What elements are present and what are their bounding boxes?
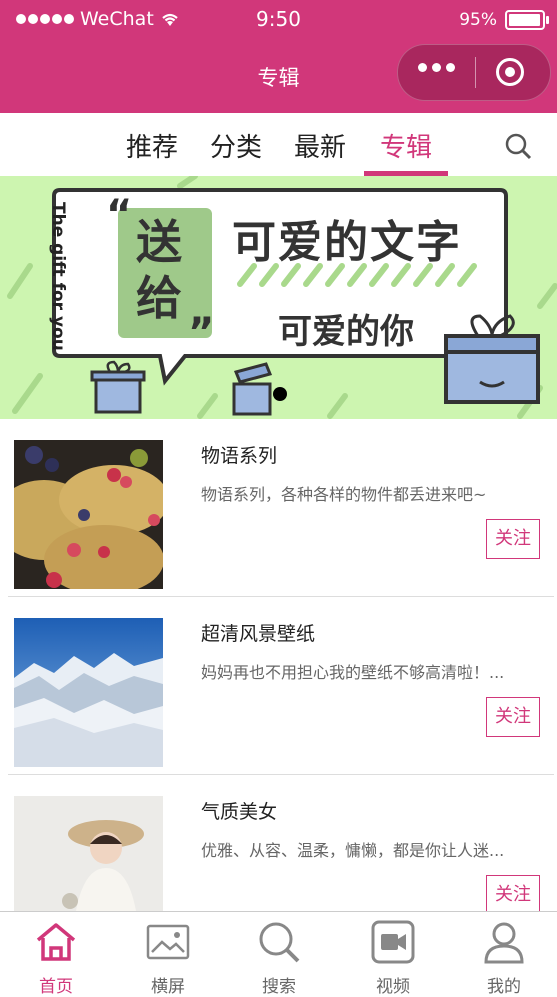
- tab-label: 横屏: [151, 977, 185, 997]
- more-icon[interactable]: [418, 63, 455, 72]
- battery-icon: [505, 10, 549, 30]
- banner-vertical-text: The gift for you: [48, 202, 68, 351]
- banner-quote-open: “: [106, 192, 133, 238]
- bottom-tab-bar: 首页 横屏 搜索 视频 我的: [0, 911, 557, 997]
- follow-button[interactable]: 关注: [486, 519, 540, 559]
- search-icon: [259, 922, 300, 963]
- landscape-image-icon: [146, 924, 190, 960]
- album-desc: 妈妈再也不用担心我的壁纸不够高清啦！...: [201, 663, 505, 682]
- tab-latest[interactable]: 最新: [294, 127, 346, 164]
- tab-landscape[interactable]: 横屏: [128, 912, 208, 997]
- tab-label: 首页: [39, 977, 73, 997]
- tab-album[interactable]: 专辑: [380, 127, 432, 164]
- album-title: 物语系列: [201, 445, 278, 467]
- tab-label: 搜索: [262, 977, 296, 997]
- battery-percent: 95%: [459, 10, 497, 30]
- album-desc: 物语系列，各种各样的物件都丢进来吧~: [201, 485, 487, 504]
- category-tabs: 推荐 分类 最新 专辑: [0, 113, 557, 176]
- video-icon: [371, 920, 415, 964]
- home-icon: [36, 923, 76, 961]
- follow-button[interactable]: 关注: [486, 875, 540, 915]
- follow-button[interactable]: 关注: [486, 697, 540, 737]
- tab-mine[interactable]: 我的: [464, 912, 544, 997]
- mini-program-capsule: [397, 44, 551, 101]
- album-item[interactable]: 超清风景壁纸 妈妈再也不用担心我的壁纸不够高清啦！... 关注: [8, 597, 554, 775]
- banner-subline: 可爱的你: [278, 312, 414, 352]
- tab-label: 视频: [376, 977, 410, 997]
- user-icon: [484, 922, 524, 964]
- album-thumbnail-portrait: [14, 796, 163, 911]
- album-title: 超清风景壁纸: [201, 623, 316, 645]
- banner-send-text: 送给: [136, 215, 182, 325]
- status-bar: WeChat 9:50 95%: [0, 0, 557, 40]
- tab-category[interactable]: 分类: [210, 127, 262, 164]
- album-item[interactable]: 物语系列 物语系列，各种各样的物件都丢进来吧~ 关注: [8, 419, 554, 597]
- banner-carousel[interactable]: The gift for you “ 送给 ” 可爱的文字 可爱的你: [0, 176, 557, 419]
- tab-home[interactable]: 首页: [16, 912, 96, 997]
- banner-headline: 可爱的文字: [232, 217, 462, 268]
- album-title: 气质美女: [201, 801, 278, 823]
- tab-search[interactable]: 搜索: [239, 912, 319, 997]
- album-desc: 优雅、从容、温柔，慵懒，都是你让人迷...: [201, 841, 505, 860]
- tab-recommend[interactable]: 推荐: [126, 127, 178, 164]
- close-icon[interactable]: [496, 58, 524, 86]
- album-thumbnail-crepes: [14, 440, 163, 589]
- album-thumbnail-mountains: [14, 618, 163, 767]
- tab-label: 我的: [487, 977, 521, 997]
- tab-video[interactable]: 视频: [353, 912, 433, 997]
- banner-quote-close: ”: [188, 310, 215, 356]
- nav-bar: 专辑: [0, 40, 557, 113]
- search-icon[interactable]: [504, 132, 532, 160]
